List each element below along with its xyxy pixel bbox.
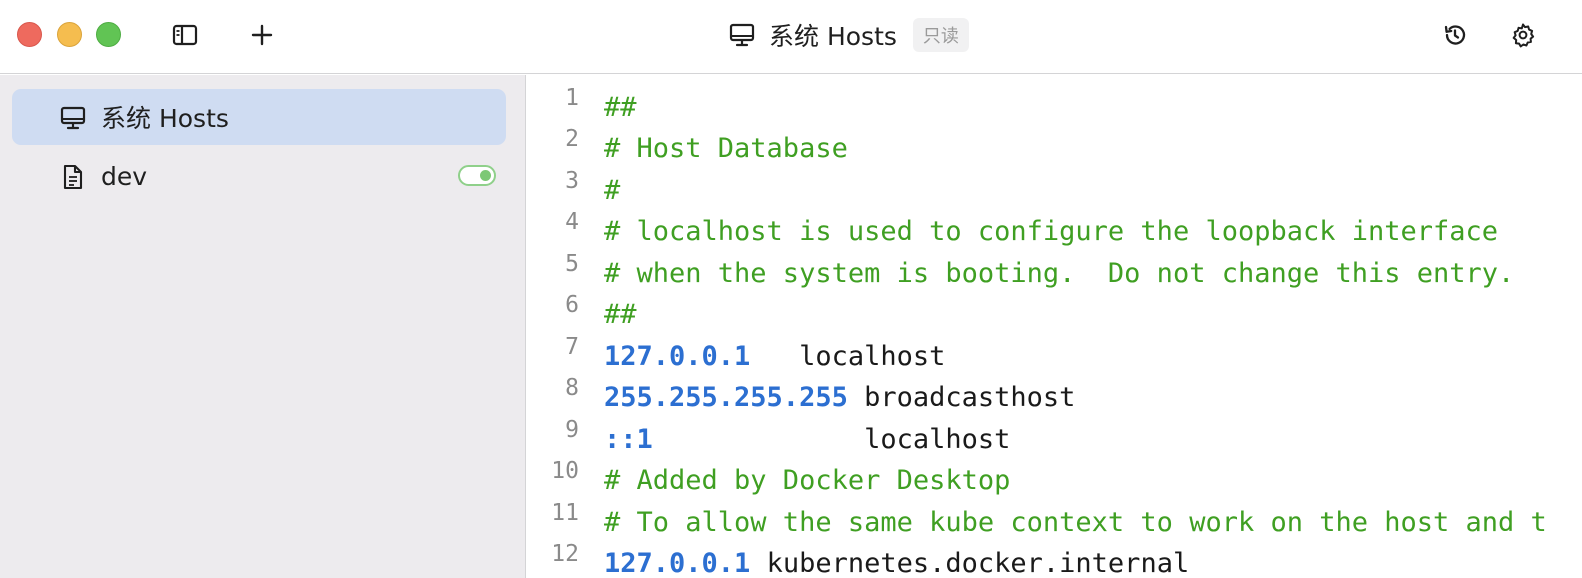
hostname: localhost (652, 424, 1011, 455)
comment-text: ## (604, 92, 637, 123)
line-number: 10 (551, 458, 579, 484)
dev-enable-toggle[interactable] (458, 165, 496, 186)
history-icon (1444, 25, 1466, 45)
sidebar: 系统 Hosts dev (0, 75, 526, 578)
comment-text: # Added by Docker Desktop (604, 465, 1011, 496)
code-line[interactable]: 6 ## (527, 292, 1582, 334)
history-button[interactable] (1440, 20, 1470, 50)
code-line[interactable]: 11 # To allow the same kube context to wo… (527, 500, 1582, 542)
sidebar-item-label: dev (101, 161, 148, 191)
line-content: # To allow the same kube context to work… (604, 506, 1547, 540)
toggle-sidebar-button[interactable] (170, 20, 200, 50)
code-line[interactable]: 3 # (527, 168, 1582, 210)
comment-text: # when the system is booting. Do not cha… (604, 258, 1515, 289)
line-content: # Host Database (604, 132, 848, 166)
line-number: 4 (565, 209, 579, 235)
line-number: 9 (565, 417, 579, 443)
hostname: kubernetes.docker.internal (750, 548, 1190, 578)
code-line[interactable]: 12 127.0.0.1 kubernetes.docker.internal (527, 541, 1582, 578)
sidebar-item-label: 系统 Hosts (101, 104, 229, 133)
readonly-badge: 只读 (912, 18, 969, 52)
line-content: # localhost is used to configure the loo… (604, 215, 1498, 249)
line-number: 6 (565, 292, 579, 318)
code-line[interactable]: 5 # when the system is booting. Do not ch… (527, 251, 1582, 293)
line-content: ::1 localhost (604, 423, 1010, 457)
line-content: # when the system is booting. Do not cha… (604, 257, 1514, 291)
hostname: broadcasthost (847, 382, 1076, 413)
settings-button[interactable] (1508, 20, 1538, 50)
code-line[interactable]: 10 # Added by Docker Desktop (527, 458, 1582, 500)
plus-icon (251, 24, 273, 46)
monitor-icon (60, 105, 86, 131)
line-number: 3 (565, 168, 579, 194)
monitor-icon (729, 23, 755, 47)
toggle-knob (480, 170, 491, 181)
line-number: 8 (565, 375, 579, 401)
hosts-editor[interactable]: 1 ## 2 # Host Database 3 #4 # localhost is use… (527, 75, 1582, 578)
ip-address: 255.255.255.255 (604, 382, 848, 413)
comment-text: # Host Database (604, 133, 848, 164)
line-content: # (604, 174, 620, 208)
close-window-button[interactable] (17, 22, 42, 47)
line-content: # Added by Docker Desktop (604, 464, 1010, 498)
comment-text: # localhost is used to configure the loo… (604, 216, 1499, 247)
line-number: 12 (551, 541, 579, 567)
code-line[interactable]: 7 127.0.0.1 localhost (527, 334, 1582, 376)
sidebar-item-system-hosts[interactable]: 系统 Hosts (12, 89, 506, 145)
maximize-window-button[interactable] (96, 22, 121, 47)
line-number: 2 (565, 126, 579, 152)
comment-text: # (604, 175, 621, 206)
gear-icon (1512, 23, 1535, 48)
add-hosts-button[interactable] (247, 20, 277, 50)
sidebar-icon (172, 24, 198, 46)
ip-address: 127.0.0.1 (604, 548, 751, 578)
line-content: 127.0.0.1 localhost (604, 340, 945, 374)
code-line[interactable]: 8 255.255.255.255 broadcasthost (527, 375, 1582, 417)
comment-text: ## (604, 299, 637, 330)
line-number: 7 (565, 334, 579, 360)
line-number: 11 (551, 500, 579, 526)
ip-address: 127.0.0.1 (604, 341, 751, 372)
code-line[interactable]: 1 ## (527, 85, 1582, 127)
line-content: 255.255.255.255 broadcasthost (604, 381, 1075, 415)
code-line[interactable]: 9::1 localhost (527, 417, 1582, 459)
file-icon (60, 164, 86, 190)
line-number: 5 (565, 251, 579, 277)
line-content: ## (604, 298, 637, 332)
code-line[interactable]: 2 # Host Database (527, 126, 1582, 168)
hostname: localhost (750, 341, 946, 372)
code-line[interactable]: 4 # localhost is used to configure the lo… (527, 209, 1582, 251)
line-content: ## (604, 91, 637, 125)
window-title-text: 系统 Hosts (769, 22, 897, 51)
ip-address: ::1 (604, 424, 653, 455)
line-number: 1 (565, 85, 579, 111)
line-content: 127.0.0.1 kubernetes.docker.internal (604, 547, 1189, 578)
window-title: 系统 Hosts 只读 (729, 16, 969, 54)
comment-text: # To allow the same kube context to work… (604, 507, 1547, 538)
minimize-window-button[interactable] (57, 22, 82, 47)
title-bar: 系统 Hosts 只读 (0, 0, 1582, 74)
sidebar-item-dev[interactable]: dev (12, 148, 506, 204)
